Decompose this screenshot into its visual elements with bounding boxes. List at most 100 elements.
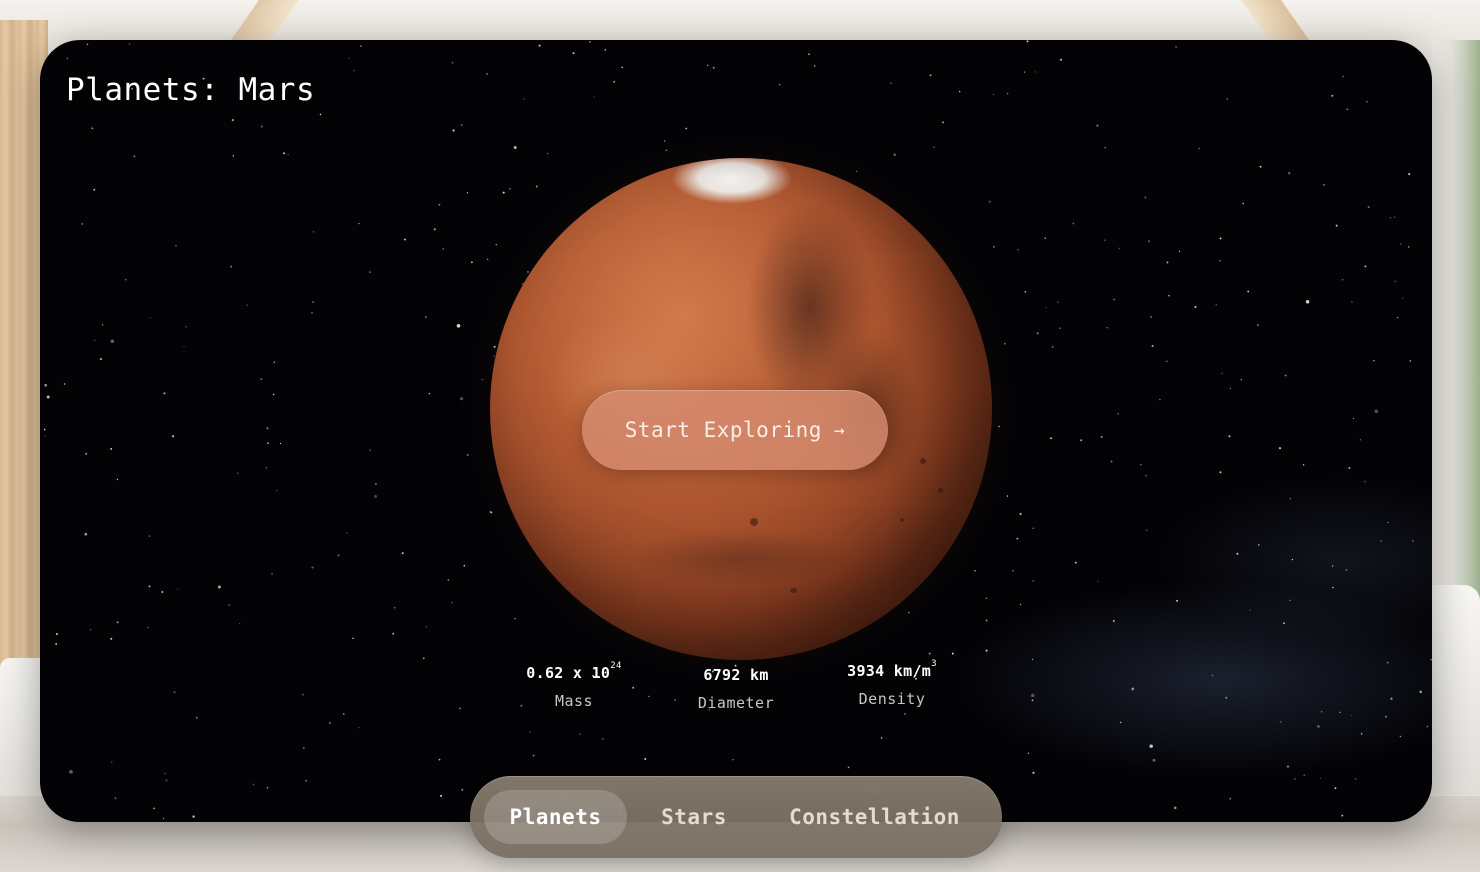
star: [908, 611, 910, 614]
tab-constellation[interactable]: Constellation: [762, 790, 987, 844]
star: [176, 588, 179, 590]
star: [985, 649, 988, 652]
star: [1006, 92, 1009, 95]
star: [644, 758, 647, 760]
star: [1430, 659, 1432, 661]
star: [148, 535, 151, 537]
star: [502, 191, 505, 194]
star: [942, 121, 945, 124]
star: [312, 301, 315, 304]
star: [163, 392, 166, 395]
star: [1027, 752, 1030, 754]
star: [374, 494, 377, 498]
star: [1194, 305, 1197, 309]
star: [252, 783, 255, 786]
star: [1257, 324, 1259, 326]
star: [173, 690, 176, 694]
stat-diameter-label: Diameter: [697, 694, 775, 712]
star: [1341, 278, 1344, 281]
star: [933, 146, 936, 149]
star: [101, 324, 104, 326]
star: [1151, 344, 1154, 348]
star: [1219, 237, 1222, 240]
star: [1106, 326, 1109, 329]
star: [438, 758, 441, 761]
bottom-tab-bar: Planets Stars Constellation: [470, 776, 1002, 858]
star: [460, 397, 464, 401]
star: [1113, 298, 1115, 301]
star: [547, 152, 549, 155]
star: [185, 326, 187, 328]
planet-crater: [750, 518, 758, 526]
star: [985, 619, 988, 622]
star: [1339, 711, 1341, 714]
planet-crater: [790, 588, 797, 593]
star: [91, 127, 94, 130]
star: [481, 378, 484, 381]
star: [1074, 561, 1077, 564]
star: [369, 449, 372, 452]
star: [275, 489, 278, 492]
star: [133, 155, 136, 158]
star: [346, 532, 348, 534]
star: [779, 83, 781, 86]
star: [602, 738, 604, 740]
start-exploring-button[interactable]: Start Exploring →: [582, 390, 888, 470]
star: [493, 345, 496, 348]
stat-density-base: 3934 km/m: [847, 662, 932, 680]
star: [162, 817, 165, 820]
star: [1215, 304, 1217, 306]
star: [1303, 774, 1306, 777]
stat-density-label: Density: [858, 690, 926, 708]
star: [311, 566, 314, 569]
star: [1397, 316, 1399, 319]
star: [1006, 495, 1009, 497]
star: [1059, 327, 1061, 329]
star: [1034, 71, 1036, 73]
star: [1211, 674, 1214, 677]
star: [1387, 521, 1389, 524]
star: [343, 713, 345, 715]
star: [1291, 558, 1294, 561]
star: [1316, 724, 1320, 728]
star: [302, 747, 305, 749]
star: [1289, 498, 1292, 500]
star: [1380, 540, 1383, 542]
star: [422, 657, 425, 660]
star: [228, 604, 231, 606]
star: [195, 716, 198, 719]
star: [1056, 301, 1059, 304]
tab-stars[interactable]: Stars: [640, 790, 748, 844]
star: [217, 585, 221, 589]
star: [1110, 460, 1113, 463]
star: [305, 779, 307, 782]
stat-mass-exponent: 24: [610, 661, 622, 671]
star: [1249, 609, 1251, 611]
star: [470, 261, 473, 264]
app-window: Planets: Mars Start Exploring → 0.62 x 1…: [40, 40, 1432, 822]
star: [992, 93, 995, 96]
star: [459, 707, 461, 710]
star: [425, 625, 428, 628]
star: [929, 74, 932, 77]
star: [183, 345, 185, 348]
star: [663, 140, 666, 142]
star: [85, 452, 88, 455]
star: [1279, 721, 1282, 723]
star: [1019, 512, 1022, 516]
tab-planets[interactable]: Planets: [484, 790, 627, 844]
star: [271, 572, 274, 575]
star: [99, 358, 102, 361]
star: [466, 454, 469, 456]
star: [1032, 527, 1034, 530]
star: [425, 316, 427, 318]
star: [393, 607, 396, 609]
star: [440, 794, 443, 797]
star: [514, 617, 516, 620]
star: [1408, 172, 1411, 176]
star: [456, 324, 461, 328]
star: [1348, 466, 1351, 470]
star: [1346, 108, 1349, 111]
star: [1219, 260, 1221, 262]
star: [486, 258, 489, 261]
